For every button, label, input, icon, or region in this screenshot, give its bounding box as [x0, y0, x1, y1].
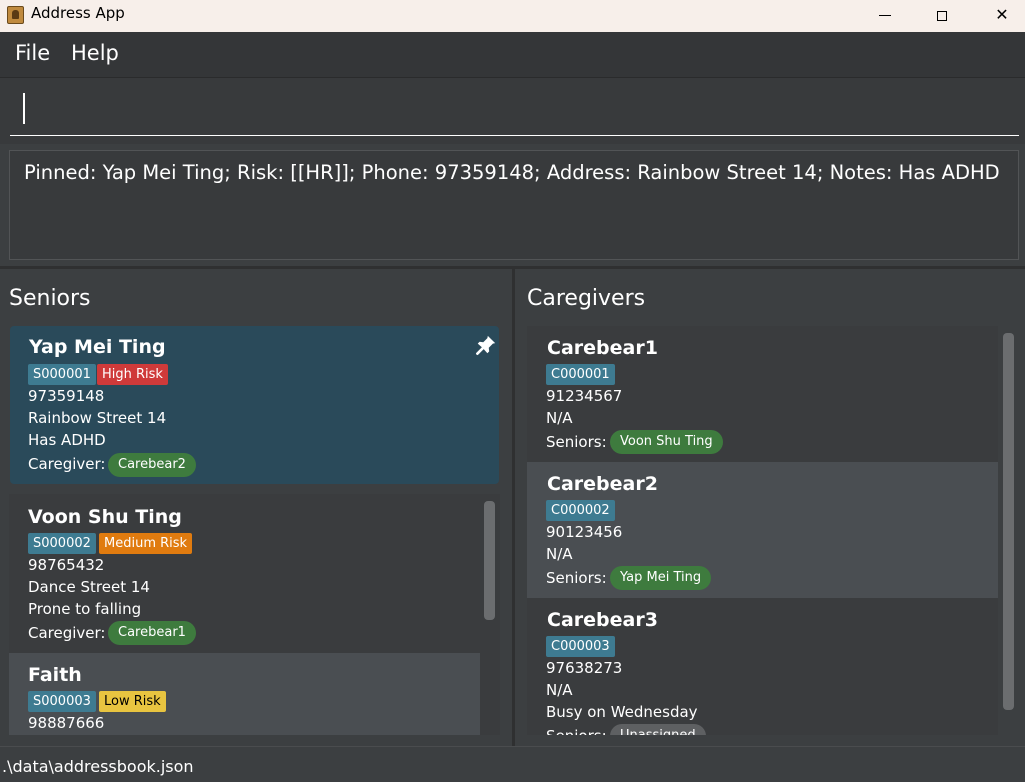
- senior-id-tag: S000001: [28, 364, 96, 385]
- title-bar: Address App ✕: [0, 0, 1025, 32]
- caregiver-chip: Carebear1: [108, 621, 196, 645]
- senior-card[interactable]: Faith S000003 Low Risk 98887666: [9, 653, 480, 735]
- senior-phone: 98887666: [28, 714, 105, 732]
- caregiver-name: Carebear2: [547, 473, 658, 495]
- risk-tag: High Risk: [97, 364, 168, 385]
- vertical-divider[interactable]: [512, 268, 515, 746]
- close-button[interactable]: ✕: [979, 0, 1025, 32]
- senior-list-scrollbar[interactable]: [484, 501, 495, 620]
- caregiver-name: Carebear1: [547, 337, 658, 359]
- caregiver-list[interactable]: Carebear1 C000001 91234567 N/A Seniors: …: [527, 326, 998, 735]
- caregiver-note: Busy on Wednesday: [546, 703, 698, 721]
- caregivers-title: Caregivers: [527, 286, 646, 311]
- senior-id-tag: S000002: [28, 533, 96, 554]
- text-caret: [23, 93, 25, 124]
- command-box: [0, 78, 1025, 144]
- window-title: Address App: [31, 4, 125, 22]
- address-book-icon: [7, 6, 24, 24]
- senior-chip: Voon Shu Ting: [610, 430, 723, 454]
- caregiver-phone: 91234567: [546, 387, 623, 405]
- seniors-label: Seniors:: [546, 433, 607, 451]
- seniors-label: Seniors:: [546, 569, 607, 587]
- menu-help[interactable]: Help: [71, 41, 119, 65]
- risk-tag: Low Risk: [99, 691, 166, 712]
- minimize-button[interactable]: [862, 0, 908, 32]
- seniors-label: Seniors:: [546, 727, 607, 735]
- caregiver-chip: Carebear2: [108, 453, 196, 477]
- caregiver-phone: 97638273: [546, 659, 623, 677]
- senior-list[interactable]: Voon Shu Ting S000002 Medium Risk 987654…: [9, 494, 500, 735]
- caregiver-label: Caregiver:: [28, 624, 106, 642]
- seniors-title: Seniors: [9, 286, 91, 311]
- senior-chip: Unassigned: [610, 724, 706, 735]
- caregiver-address: N/A: [546, 409, 573, 427]
- senior-id-tag: S000003: [28, 691, 96, 712]
- close-icon: ✕: [995, 5, 1009, 24]
- caregiver-id-tag: C000001: [546, 364, 615, 385]
- senior-name: Voon Shu Ting: [28, 506, 182, 528]
- caregiver-id-tag: C000002: [546, 500, 615, 521]
- senior-note: Has ADHD: [28, 431, 106, 449]
- caregiver-name: Carebear3: [547, 609, 658, 631]
- senior-chip: Yap Mei Ting: [610, 566, 712, 590]
- caregiver-label: Caregiver:: [28, 455, 106, 473]
- senior-card[interactable]: Voon Shu Ting S000002 Medium Risk 987654…: [9, 494, 480, 653]
- senior-phone: 98765432: [28, 556, 105, 574]
- result-display: Pinned: Yap Mei Ting; Risk: [[HR]]; Phon…: [9, 150, 1019, 260]
- status-bar: .\data\addressbook.json: [0, 746, 1025, 782]
- caregiver-address: N/A: [546, 545, 573, 563]
- pinned-senior-card[interactable]: Yap Mei Ting S000001 High Risk 97359148 …: [10, 326, 499, 484]
- caregiver-card[interactable]: Carebear1 C000001 91234567 N/A Seniors: …: [527, 326, 998, 462]
- caregiver-card[interactable]: Carebear2 C000002 90123456 N/A Seniors: …: [527, 462, 998, 598]
- maximize-icon: [937, 10, 947, 21]
- pin-icon: [475, 335, 496, 356]
- risk-tag: Medium Risk: [99, 533, 193, 554]
- senior-address: Dance Street 14: [28, 578, 150, 596]
- senior-name: Yap Mei Ting: [29, 336, 166, 358]
- result-text: Pinned: Yap Mei Ting; Risk: [[HR]]; Phon…: [24, 161, 1000, 184]
- caregiver-card[interactable]: Carebear3 C000003 97638273 N/A Busy on W…: [527, 598, 998, 735]
- senior-phone: 97359148: [28, 387, 105, 405]
- maximize-button[interactable]: [919, 0, 965, 32]
- caregiver-phone: 90123456: [546, 523, 623, 541]
- caregiver-list-scrollbar[interactable]: [1003, 333, 1014, 710]
- file-path: .\data\addressbook.json: [2, 757, 194, 776]
- caregiver-address: N/A: [546, 681, 573, 699]
- menu-file[interactable]: File: [15, 41, 50, 65]
- caregiver-id-tag: C000003: [546, 636, 615, 657]
- senior-note: Prone to falling: [28, 600, 142, 618]
- command-input[interactable]: [10, 88, 1019, 136]
- menu-bar: File Help: [0, 32, 1025, 78]
- senior-name: Faith: [28, 664, 82, 686]
- minimize-icon: [879, 15, 891, 16]
- senior-address: Rainbow Street 14: [28, 409, 167, 427]
